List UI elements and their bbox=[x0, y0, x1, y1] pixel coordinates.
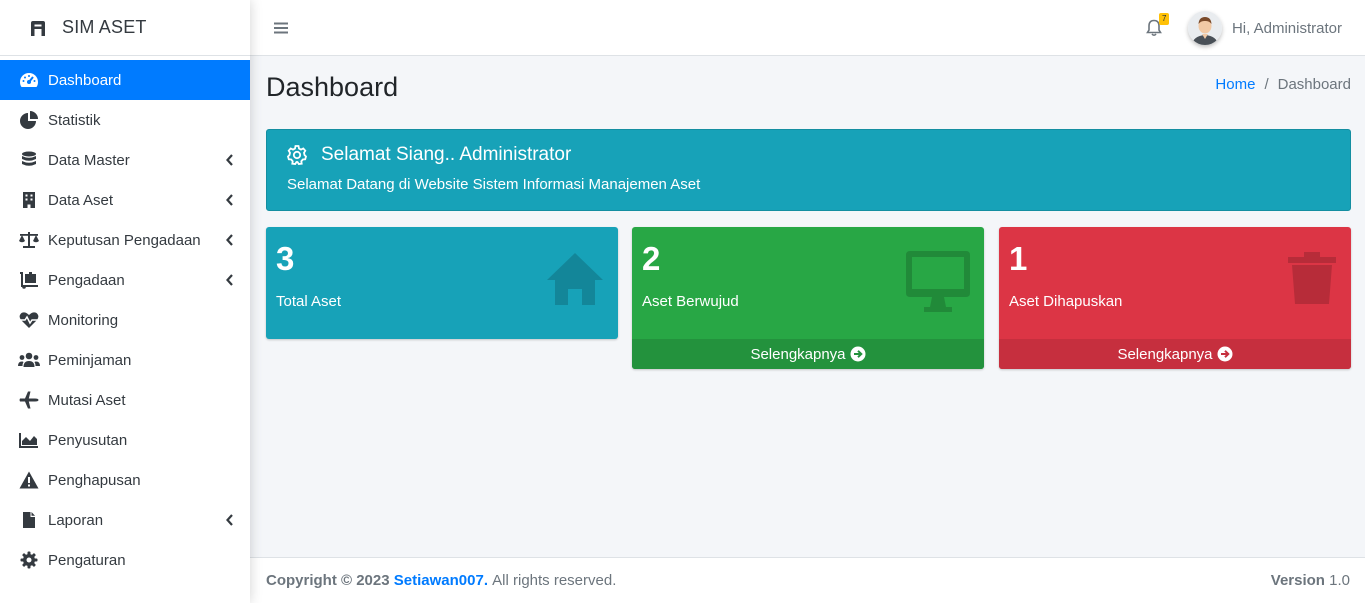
building-icon bbox=[18, 190, 40, 210]
page-footer: Copyright © 2023 Setiawan007. All rights… bbox=[250, 557, 1365, 603]
notification-bell[interactable]: 7 bbox=[1146, 13, 1170, 37]
pie-chart-icon bbox=[18, 110, 40, 130]
sidebar-item-dashboard[interactable]: Dashboard bbox=[0, 60, 250, 100]
breadcrumb-current: Dashboard bbox=[1277, 76, 1351, 93]
avatar[interactable] bbox=[1187, 11, 1222, 45]
sidebar-item-pengaturan[interactable]: Pengaturan bbox=[0, 540, 250, 580]
notification-badge: 7 bbox=[1158, 13, 1170, 25]
area-chart-icon bbox=[18, 430, 40, 450]
breadcrumb-separator: / bbox=[1264, 76, 1269, 93]
sidebar-nav: Dashboard Statistik Data Master Data Ase… bbox=[0, 56, 250, 580]
breadcrumb-home-link[interactable]: Home bbox=[1215, 76, 1255, 93]
brand-title: SIM ASET bbox=[62, 17, 147, 37]
trash-icon bbox=[1288, 252, 1336, 304]
copyright-prefix: Copyright © 2023 bbox=[266, 572, 390, 589]
sidebar-item-label: Dashboard bbox=[48, 71, 122, 89]
page-title: Dashboard bbox=[266, 72, 399, 102]
desktop-icon bbox=[906, 251, 970, 312]
sidebar-item-label: Mutasi Aset bbox=[48, 391, 126, 409]
database-icon bbox=[18, 150, 40, 170]
sidebar-item-statistik[interactable]: Statistik bbox=[0, 100, 250, 140]
navbar-right: 7 Hi, Administrator bbox=[1146, 0, 1342, 56]
sidebar-item-label: Data Aset bbox=[48, 191, 114, 209]
brand[interactable]: SIM ASET bbox=[0, 0, 250, 56]
chevron-left-icon bbox=[226, 194, 233, 206]
sidebar-item-label: Pengaturan bbox=[48, 551, 126, 569]
users-icon bbox=[18, 350, 40, 370]
balance-scale-icon bbox=[18, 230, 40, 250]
sidebar-item-label: Pengadaan bbox=[48, 271, 125, 289]
version-info: Version 1.0 bbox=[1271, 572, 1350, 589]
heartbeat-icon bbox=[18, 310, 40, 330]
stat-box-total-aset: 3 Total Aset bbox=[266, 227, 618, 339]
welcome-alert: Selamat Siang.. Administrator Selamat Da… bbox=[266, 129, 1351, 211]
sidebar-item-penyusutan[interactable]: Penyusutan bbox=[0, 420, 250, 460]
alert-heading: Selamat Siang.. Administrator bbox=[321, 144, 572, 165]
more-info-label: Selengkapnya bbox=[750, 345, 846, 363]
top-navbar: 7 Hi, Administrator bbox=[250, 0, 1365, 56]
home-icon bbox=[547, 253, 603, 305]
brand-logo-icon bbox=[31, 20, 45, 36]
tachometer-icon bbox=[18, 70, 40, 90]
arrow-circle-right-icon bbox=[850, 346, 866, 362]
sidebar-item-label: Monitoring bbox=[48, 311, 119, 329]
sidebar-item-penghapusan[interactable]: Penghapusan bbox=[0, 460, 250, 500]
rights-text: All rights reserved. bbox=[492, 572, 617, 589]
sidebar-item-label: Statistik bbox=[48, 111, 101, 129]
sidebar-item-keputusan-pengadaan[interactable]: Keputusan Pengadaan bbox=[0, 220, 250, 260]
stat-box-aset-dihapuskan: 1 Aset Dihapuskan Selengkapnya bbox=[999, 227, 1351, 369]
stat-box-aset-berwujud: 2 Aset Berwujud Selengkapnya bbox=[632, 227, 984, 369]
sidebar-item-label: Laporan bbox=[48, 511, 104, 529]
more-info-label: Selengkapnya bbox=[1117, 345, 1213, 363]
version-value: 1.0 bbox=[1329, 572, 1350, 589]
version-label: Version bbox=[1270, 572, 1325, 589]
sidebar: SIM ASET Dashboard Statistik Data Master bbox=[0, 0, 250, 603]
dolly-icon bbox=[18, 270, 40, 290]
sidebar-item-pengadaan[interactable]: Pengadaan bbox=[0, 260, 250, 300]
file-icon bbox=[18, 510, 40, 530]
alert-body: Selamat Datang di Website Sistem Informa… bbox=[287, 176, 701, 193]
chevron-left-icon bbox=[226, 274, 233, 286]
plane-icon bbox=[18, 390, 40, 410]
chevron-left-icon bbox=[226, 234, 233, 246]
sidebar-item-label: Penghapusan bbox=[48, 471, 141, 489]
sidebar-item-data-master[interactable]: Data Master bbox=[0, 140, 250, 180]
chevron-left-icon bbox=[226, 514, 233, 526]
gear-icon bbox=[18, 550, 40, 570]
sidebar-item-label: Penyusutan bbox=[48, 431, 128, 449]
more-info-link[interactable]: Selengkapnya bbox=[632, 339, 984, 369]
sidebar-item-label: Peminjaman bbox=[48, 351, 132, 369]
user-greeting[interactable]: Hi, Administrator bbox=[1232, 20, 1342, 37]
author-link[interactable]: Setiawan007. bbox=[394, 572, 488, 589]
sidebar-item-monitoring[interactable]: Monitoring bbox=[0, 300, 250, 340]
chevron-left-icon bbox=[226, 154, 233, 166]
sidebar-item-label: Data Master bbox=[48, 151, 130, 169]
menu-toggle-icon[interactable] bbox=[274, 21, 288, 35]
sidebar-item-peminjaman[interactable]: Peminjaman bbox=[0, 340, 250, 380]
sidebar-item-data-aset[interactable]: Data Aset bbox=[0, 180, 250, 220]
warning-icon bbox=[18, 470, 40, 490]
sidebar-item-label: Keputusan Pengadaan bbox=[48, 231, 201, 249]
more-info-link[interactable]: Selengkapnya bbox=[999, 339, 1351, 369]
breadcrumb: Home / Dashboard bbox=[1215, 76, 1351, 93]
arrow-circle-right-icon bbox=[1217, 346, 1233, 362]
sidebar-item-laporan[interactable]: Laporan bbox=[0, 500, 250, 540]
sidebar-item-mutasi-aset[interactable]: Mutasi Aset bbox=[0, 380, 250, 420]
gear-icon bbox=[287, 145, 307, 165]
